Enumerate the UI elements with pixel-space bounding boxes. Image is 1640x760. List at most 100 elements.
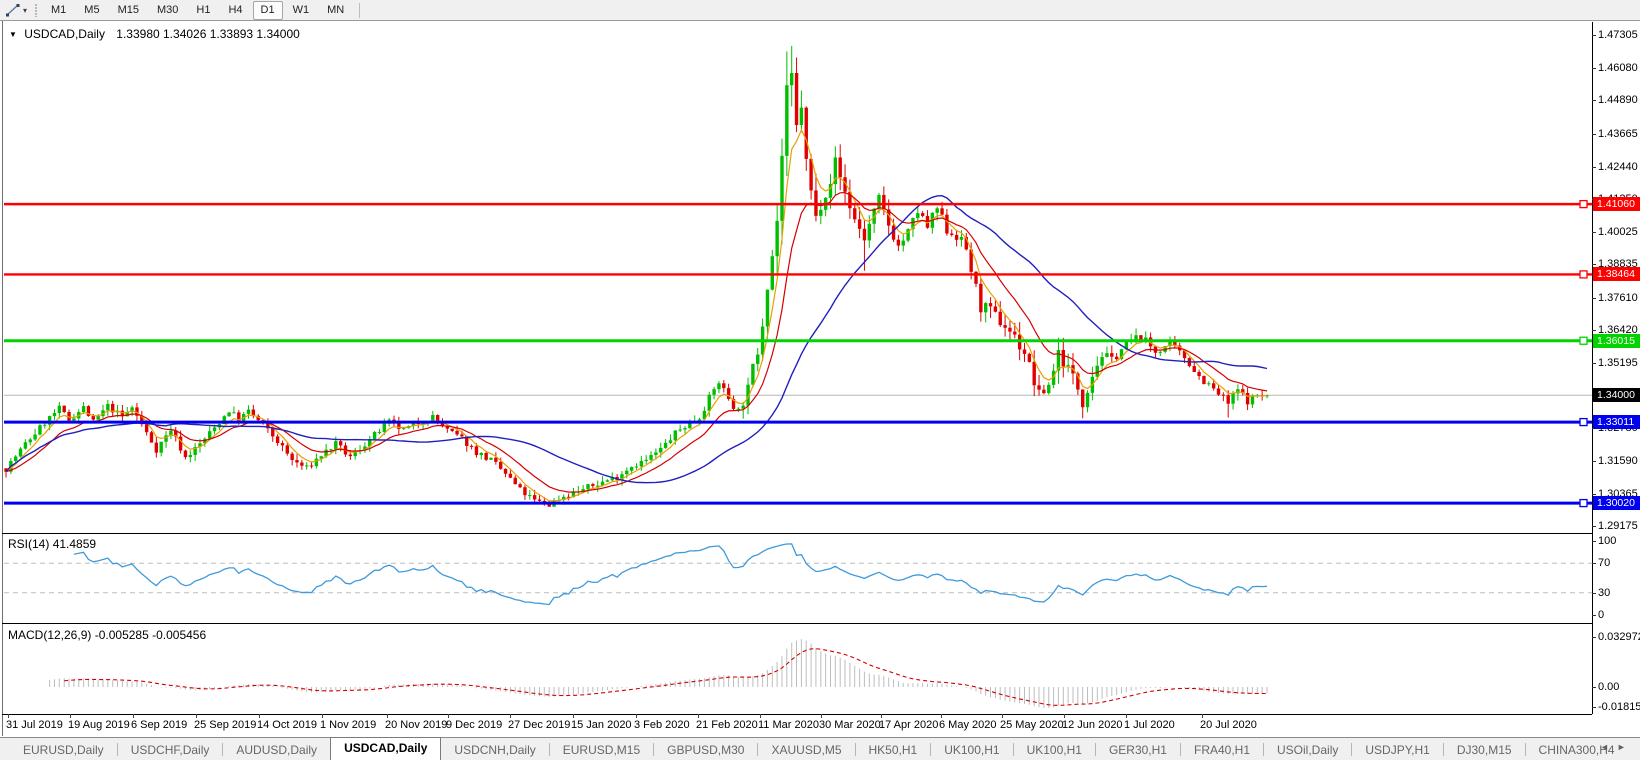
rsi-axis-tick — [1592, 615, 1596, 616]
price-axis-border — [1592, 22, 1593, 714]
macd-panel-plot[interactable] — [4, 624, 1592, 714]
timeframe-button-m1[interactable]: M1 — [43, 1, 74, 20]
date-axis-label: 3 Feb 2020 — [634, 719, 690, 731]
macd-axis-tick — [1592, 707, 1596, 708]
tab-usoil-daily[interactable]: USOil,Daily — [1264, 740, 1351, 760]
rsi-value: 41.4859 — [52, 537, 97, 551]
price-axis-label: 1.37610 — [1598, 291, 1638, 304]
tool-dropdown-caret-icon[interactable]: ▾ — [23, 6, 27, 15]
tab-ger30-h1[interactable]: GER30,H1 — [1096, 740, 1180, 760]
date-axis-tick — [1064, 714, 1065, 718]
rsi-axis-label: 30 — [1598, 586, 1611, 599]
toolbar-separator — [359, 2, 361, 18]
price-level-badge: 1.36015 — [1593, 333, 1640, 348]
date-axis-label: 31 Jul 2019 — [6, 719, 63, 731]
date-axis-tick — [133, 714, 134, 718]
date-axis-tick — [698, 714, 699, 718]
rsi-label: RSI(14) 41.4859 — [8, 537, 97, 551]
date-axis-label: 20 Jul 2020 — [1200, 719, 1257, 731]
hline-handle[interactable] — [1579, 498, 1588, 508]
price-axis-tick — [1592, 166, 1596, 168]
tab-eurusd-daily[interactable]: EURUSD,Daily — [10, 740, 117, 760]
date-axis-label: 30 Mar 2020 — [819, 719, 881, 731]
date-axis-tick — [510, 714, 511, 718]
tab-audusd-daily[interactable]: AUDUSD,Daily — [223, 740, 330, 760]
date-axis-tick — [636, 714, 637, 718]
macd-axis-tick — [1592, 637, 1596, 638]
crosshair-tool-icon[interactable] — [3, 2, 23, 18]
macd-label: MACD(12,26,9) -0.005285 -0.005456 — [8, 628, 207, 642]
price-axis-tick — [1592, 362, 1596, 364]
price-axis-tick — [1592, 525, 1596, 527]
timeframe-button-d1[interactable]: D1 — [252, 0, 283, 20]
price-axis-tick — [1592, 297, 1596, 299]
macd-signal-line — [64, 648, 1267, 706]
tab-fra40-h1[interactable]: FRA40,H1 — [1181, 740, 1263, 760]
date-axis-label: 9 Dec 2019 — [446, 719, 503, 731]
timeframe-button-mn[interactable]: MN — [319, 1, 352, 20]
tab-gbpusd-m30[interactable]: GBPUSD,M30 — [654, 740, 757, 760]
tab-hk50-h1[interactable]: HK50,H1 — [856, 740, 931, 760]
timeframe-button-m15[interactable]: M15 — [110, 1, 147, 20]
date-axis-tick — [8, 714, 9, 718]
date-axis-tick — [70, 714, 71, 718]
tab-usdcnh-daily[interactable]: USDCNH,Daily — [441, 740, 548, 760]
rsi-line — [73, 543, 1268, 606]
tab-scroll-right-icon[interactable]: ► — [1617, 742, 1634, 752]
price-axis-label: 1.42440 — [1598, 160, 1638, 173]
tab-uk100-h1[interactable]: UK100,H1 — [1014, 740, 1095, 760]
price-axis-tick — [1592, 68, 1596, 70]
price-level-badge: 1.33011 — [1593, 415, 1640, 430]
date-axis-label: 6 Sep 2019 — [131, 719, 188, 731]
price-axis-label: 1.31590 — [1598, 454, 1638, 467]
timeframe-button-m5[interactable]: M5 — [76, 1, 107, 20]
price-level-badge: 1.41060 — [1593, 197, 1640, 212]
macd-axis-label: 0.032972 — [1598, 631, 1640, 643]
price-axis-label: 1.44890 — [1598, 94, 1638, 107]
price-axis-tick — [1592, 329, 1596, 331]
rsi-panel-plot[interactable] — [4, 534, 1592, 623]
price-axis-label: 1.35195 — [1598, 356, 1638, 369]
ma-slow-line — [5, 194, 1268, 484]
price-axis-tick — [1592, 35, 1596, 36]
tab-dj30-m15[interactable]: DJ30,M15 — [1444, 740, 1525, 760]
tab-scroll-left-icon[interactable]: ◄ — [1600, 742, 1617, 752]
tab-uk100-h1[interactable]: UK100,H1 — [931, 740, 1012, 760]
hline-handle[interactable] — [1579, 336, 1588, 345]
hline-handle[interactable] — [1579, 199, 1588, 209]
hline-handle[interactable] — [1579, 270, 1588, 279]
date-axis-label: 27 Dec 2019 — [508, 719, 571, 731]
chart-menu-icon[interactable]: ▼ — [9, 30, 17, 39]
chart-window-left-border — [2, 21, 3, 736]
price-axis-label: 1.47305 — [1598, 29, 1638, 41]
timeframe-button-h1[interactable]: H1 — [188, 1, 218, 20]
tab-xauusd-m5[interactable]: XAUUSD,M5 — [758, 740, 854, 760]
timeframe-button-m30[interactable]: M30 — [149, 1, 186, 20]
date-axis-tick — [259, 714, 260, 718]
main-chart-plot[interactable] — [4, 22, 1592, 533]
date-axis-label: 6 May 2020 — [939, 719, 997, 731]
tab-usdcad-daily[interactable]: USDCAD,Daily — [330, 737, 442, 760]
price-axis-label: 1.40025 — [1598, 226, 1638, 239]
tab-usdchf-daily[interactable]: USDCHF,Daily — [118, 740, 223, 760]
rsi-axis-label: 100 — [1598, 535, 1617, 547]
timeframe-button-h4[interactable]: H4 — [220, 1, 250, 20]
tab-usdjpy-h1[interactable]: USDJPY,H1 — [1352, 740, 1442, 760]
price-level-badge: 1.38464 — [1593, 267, 1640, 282]
tab-eurusd-m15[interactable]: EURUSD,M15 — [550, 740, 653, 760]
timeframe-button-w1[interactable]: W1 — [285, 1, 318, 20]
hline-handle[interactable] — [1579, 417, 1588, 427]
date-axis-separator — [2, 714, 1592, 715]
date-axis-tick — [448, 714, 449, 718]
timeframe-toolbar: ▾ M1 M5 M15 M30 H1 H4 D1 W1 MN — [0, 0, 1640, 21]
rsi-axis-tick — [1592, 541, 1596, 542]
date-axis-label: 25 Sep 2019 — [194, 719, 257, 731]
macd-histogram — [49, 639, 1268, 709]
rsi-axis-tick — [1592, 592, 1596, 594]
macd-axis-label: -0.018154 — [1598, 701, 1640, 713]
price-axis-label: 1.29175 — [1598, 519, 1638, 532]
date-axis-tick — [1002, 714, 1003, 718]
date-axis-label: 12 Jun 2020 — [1062, 719, 1123, 731]
date-axis-tick — [760, 714, 761, 718]
date-axis-tick — [1202, 714, 1203, 718]
